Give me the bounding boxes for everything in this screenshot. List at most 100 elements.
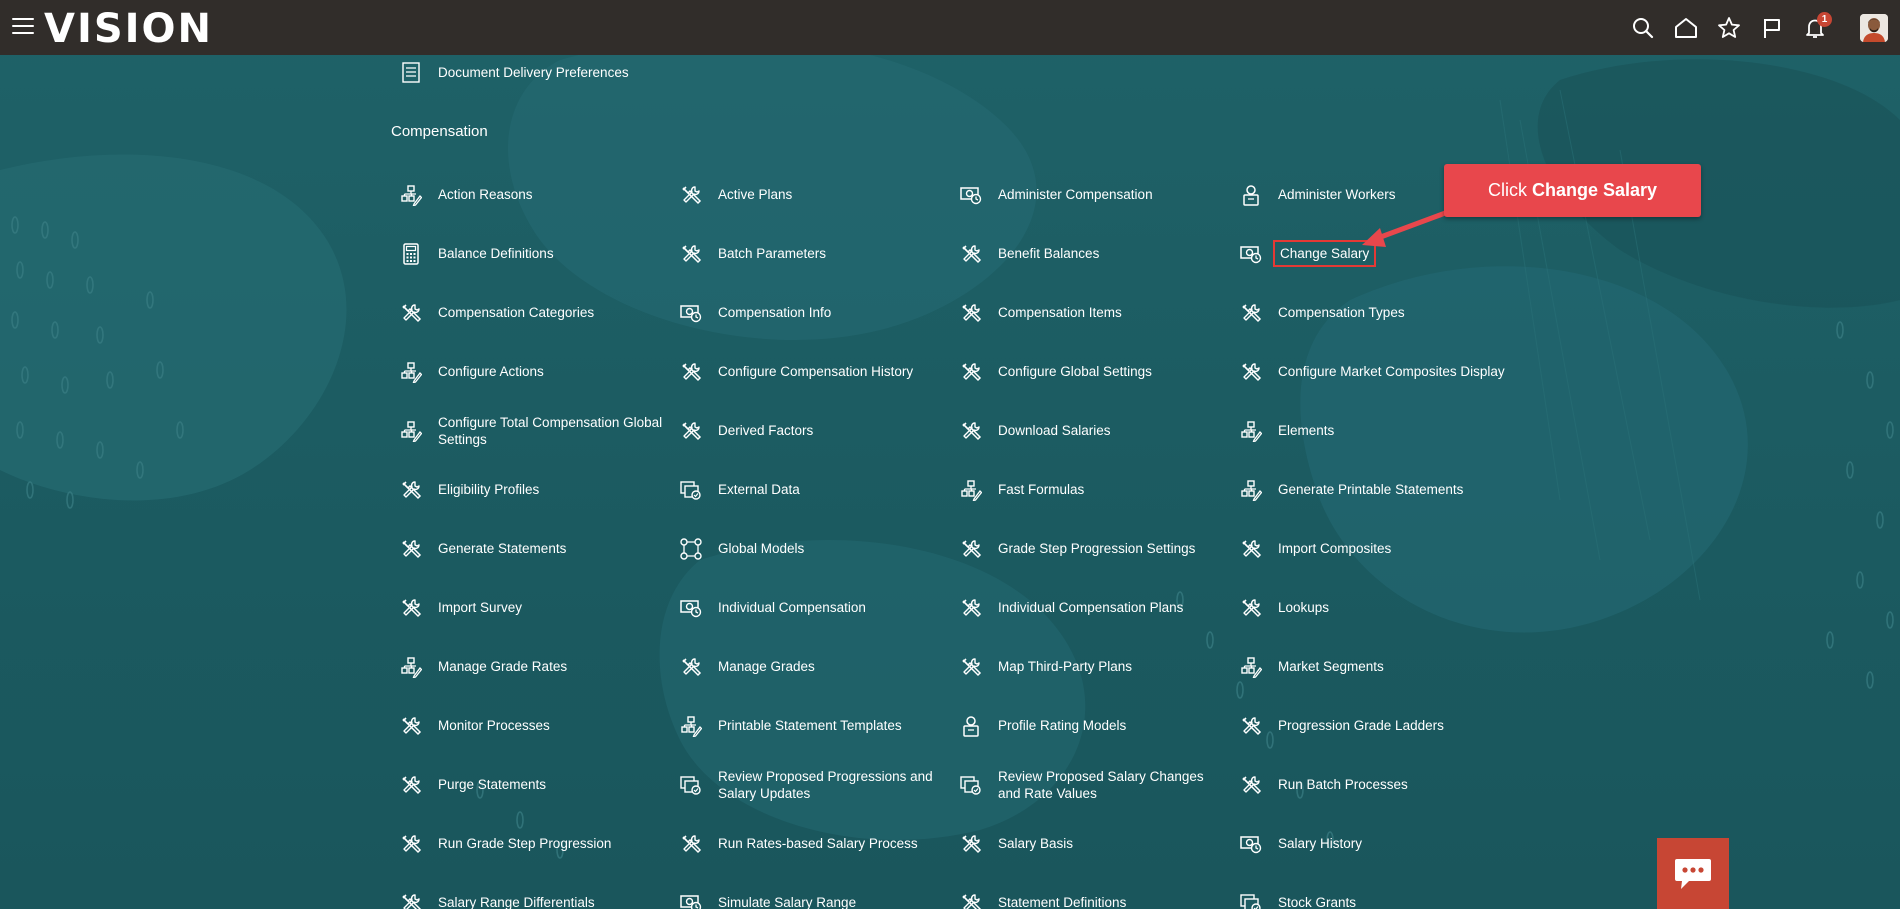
global-header: VISION 1 bbox=[0, 0, 1900, 55]
person-icon bbox=[1240, 184, 1262, 206]
hierarchy-edit-icon bbox=[1240, 656, 1262, 678]
callout-target: Change Salary bbox=[1531, 180, 1658, 200]
tools-icon bbox=[400, 715, 422, 737]
tools-icon bbox=[960, 597, 982, 619]
chat-button[interactable] bbox=[1657, 838, 1729, 909]
tools-icon bbox=[400, 538, 422, 560]
task-configure-compensation-history[interactable]: Configure Compensation History bbox=[680, 342, 960, 401]
task-simulate-salary-range[interactable]: Simulate Salary Range bbox=[680, 873, 960, 909]
bell-icon[interactable]: 1 bbox=[1801, 12, 1832, 42]
tools-icon bbox=[400, 892, 422, 909]
chat-icon bbox=[1675, 858, 1711, 889]
instruction-callout: Click Change Salary bbox=[1444, 164, 1701, 217]
task-eligibility-profiles[interactable]: Eligibility Profiles bbox=[400, 460, 680, 519]
user-avatar[interactable] bbox=[1860, 14, 1888, 42]
task-compensation-categories[interactable]: Compensation Categories bbox=[400, 283, 680, 342]
task-benefit-balances[interactable]: Benefit Balances bbox=[960, 224, 1240, 283]
tools-icon bbox=[400, 774, 422, 796]
task-label: Fast Formulas bbox=[998, 482, 1085, 497]
task-monitor-processes[interactable]: Monitor Processes bbox=[400, 696, 680, 755]
task-statement-definitions[interactable]: Statement Definitions bbox=[960, 873, 1240, 909]
task-fast-formulas[interactable]: Fast Formulas bbox=[960, 460, 1240, 519]
task-run-batch-processes[interactable]: Run Batch Processes bbox=[1240, 755, 1520, 814]
task-label: Compensation Types bbox=[1278, 305, 1405, 320]
flag-icon[interactable] bbox=[1758, 14, 1786, 42]
task-salary-range-differentials[interactable]: Salary Range Differentials bbox=[400, 873, 680, 909]
task-configure-total-compensation-global-settings[interactable]: Configure Total Compensation Global Sett… bbox=[400, 401, 680, 460]
documents-icon bbox=[960, 774, 982, 796]
task-global-models[interactable]: Global Models bbox=[680, 519, 960, 578]
task-generate-printable-statements[interactable]: Generate Printable Statements bbox=[1240, 460, 1520, 519]
task-salary-basis[interactable]: Salary Basis bbox=[960, 814, 1240, 873]
hierarchy-edit-icon bbox=[400, 361, 422, 383]
task-map-third-party-plans[interactable]: Map Third-Party Plans bbox=[960, 637, 1240, 696]
task-derived-factors[interactable]: Derived Factors bbox=[680, 401, 960, 460]
task-individual-compensation-plans[interactable]: Individual Compensation Plans bbox=[960, 578, 1240, 637]
tools-icon bbox=[680, 361, 702, 383]
task-review-proposed-progressions-and-salary-updates[interactable]: Review Proposed Progressions and Salary … bbox=[680, 755, 960, 814]
task-label: Benefit Balances bbox=[998, 246, 1100, 261]
document-icon bbox=[400, 61, 422, 83]
tools-icon bbox=[960, 420, 982, 442]
hamburger-icon[interactable] bbox=[12, 18, 34, 36]
tools-icon bbox=[680, 656, 702, 678]
task-label: Compensation Items bbox=[998, 305, 1122, 320]
calculator-icon bbox=[400, 243, 422, 265]
task-label: Statement Definitions bbox=[998, 895, 1127, 909]
task-grade-step-progression-settings[interactable]: Grade Step Progression Settings bbox=[960, 519, 1240, 578]
task-stock-grants[interactable]: Stock Grants bbox=[1240, 873, 1520, 909]
task-run-rates-based-salary-process[interactable]: Run Rates-based Salary Process bbox=[680, 814, 960, 873]
home-icon[interactable] bbox=[1672, 14, 1700, 42]
star-icon[interactable] bbox=[1715, 14, 1743, 42]
task-batch-parameters[interactable]: Batch Parameters bbox=[680, 224, 960, 283]
task-label: Generate Statements bbox=[438, 541, 567, 556]
task-label: Individual Compensation Plans bbox=[998, 600, 1184, 615]
task-external-data[interactable]: External Data bbox=[680, 460, 960, 519]
task-administer-compensation[interactable]: Administer Compensation bbox=[960, 165, 1240, 224]
task-progression-grade-ladders[interactable]: Progression Grade Ladders bbox=[1240, 696, 1520, 755]
task-download-salaries[interactable]: Download Salaries bbox=[960, 401, 1240, 460]
task-action-reasons[interactable]: Action Reasons bbox=[400, 165, 680, 224]
task-import-survey[interactable]: Import Survey bbox=[400, 578, 680, 637]
search-icon[interactable] bbox=[1629, 14, 1657, 42]
task-printable-statement-templates[interactable]: Printable Statement Templates bbox=[680, 696, 960, 755]
task-label: Configure Market Composites Display bbox=[1278, 364, 1505, 379]
task-configure-actions[interactable]: Configure Actions bbox=[400, 342, 680, 401]
vision-logo[interactable]: VISION bbox=[44, 6, 213, 52]
task-individual-compensation[interactable]: Individual Compensation bbox=[680, 578, 960, 637]
hierarchy-edit-icon bbox=[400, 184, 422, 206]
tools-icon bbox=[960, 361, 982, 383]
task-generate-statements[interactable]: Generate Statements bbox=[400, 519, 680, 578]
network-icon bbox=[680, 538, 702, 560]
task-salary-history[interactable]: Salary History bbox=[1240, 814, 1520, 873]
task-configure-market-composites-display[interactable]: Configure Market Composites Display bbox=[1240, 342, 1520, 401]
task-market-segments[interactable]: Market Segments bbox=[1240, 637, 1520, 696]
task-run-grade-step-progression[interactable]: Run Grade Step Progression bbox=[400, 814, 680, 873]
task-document-delivery-preferences[interactable]: Document Delivery Preferences bbox=[400, 52, 629, 92]
documents-icon bbox=[1240, 892, 1262, 909]
task-balance-definitions[interactable]: Balance Definitions bbox=[400, 224, 680, 283]
task-compensation-info[interactable]: Compensation Info bbox=[680, 283, 960, 342]
task-label: Purge Statements bbox=[438, 777, 547, 792]
tools-icon bbox=[1240, 715, 1262, 737]
task-manage-grades[interactable]: Manage Grades bbox=[680, 637, 960, 696]
task-profile-rating-models[interactable]: Profile Rating Models bbox=[960, 696, 1240, 755]
task-manage-grade-rates[interactable]: Manage Grade Rates bbox=[400, 637, 680, 696]
task-active-plans[interactable]: Active Plans bbox=[680, 165, 960, 224]
task-label: Batch Parameters bbox=[718, 246, 827, 261]
task-review-proposed-salary-changes-and-rate-values[interactable]: Review Proposed Salary Changes and Rate … bbox=[960, 755, 1240, 814]
task-purge-statements[interactable]: Purge Statements bbox=[400, 755, 680, 814]
task-label: Balance Definitions bbox=[438, 246, 554, 261]
task-change-salary[interactable]: Change Salary bbox=[1240, 224, 1520, 283]
task-compensation-items[interactable]: Compensation Items bbox=[960, 283, 1240, 342]
tools-icon bbox=[960, 243, 982, 265]
task-configure-global-settings[interactable]: Configure Global Settings bbox=[960, 342, 1240, 401]
task-import-composites[interactable]: Import Composites bbox=[1240, 519, 1520, 578]
task-lookups[interactable]: Lookups bbox=[1240, 578, 1520, 637]
task-elements[interactable]: Elements bbox=[1240, 401, 1520, 460]
documents-icon bbox=[680, 774, 702, 796]
task-compensation-types[interactable]: Compensation Types bbox=[1240, 283, 1520, 342]
task-label: Configure Actions bbox=[438, 364, 544, 379]
task-label: Monitor Processes bbox=[438, 718, 550, 733]
task-label: Change Salary bbox=[1272, 240, 1377, 267]
